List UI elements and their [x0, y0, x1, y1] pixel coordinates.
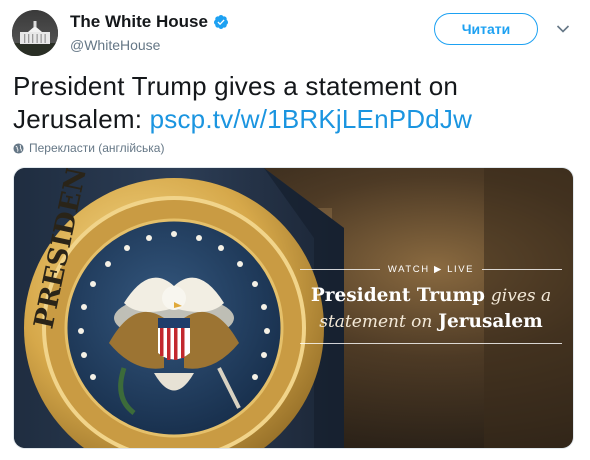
display-name[interactable]: The White House	[70, 12, 208, 32]
follow-button[interactable]: Читати	[434, 13, 538, 45]
tweet-media-card[interactable]: PRESIDENT WATCH ▶ LIVE President Trump g…	[13, 167, 574, 449]
globe-icon	[13, 142, 24, 154]
divider-line-right	[482, 269, 562, 270]
media-overlay: WATCH ▶ LIVE President Trump gives a sta…	[300, 264, 562, 344]
translate-link[interactable]: Перекласти (англійська)	[13, 141, 164, 155]
media-headline: President Trump gives a statement on Jer…	[300, 283, 562, 335]
watch-live-row: WATCH ▶ LIVE	[300, 264, 562, 275]
headline-part-1: President Trump	[310, 285, 485, 306]
verified-badge-icon	[213, 15, 228, 29]
headline-part-4: Jerusalem	[438, 311, 543, 332]
tweet-header: The White House @WhiteHouse	[70, 12, 229, 53]
live-text: LIVE	[447, 264, 475, 275]
divider-line-left	[300, 269, 380, 270]
white-house-avatar-icon	[12, 10, 58, 56]
play-icon: ▶	[433, 264, 443, 275]
tweet-text: President Trump gives a statement on Jer…	[13, 70, 573, 136]
account-handle[interactable]: @WhiteHouse	[70, 37, 229, 53]
chevron-down-icon[interactable]	[556, 24, 570, 34]
watch-label: WATCH ▶ LIVE	[388, 264, 474, 275]
tweet-card: The White House @WhiteHouse Читати Presi…	[0, 0, 590, 460]
name-row: The White House	[70, 12, 229, 32]
watch-text: WATCH	[387, 264, 430, 275]
headline-part-3: statement on	[319, 312, 433, 332]
avatar[interactable]	[12, 10, 58, 56]
translate-label: Перекласти (англійська)	[29, 141, 165, 155]
divider-line-bottom	[300, 343, 562, 344]
headline-part-2: gives a	[490, 286, 552, 306]
tweet-link[interactable]: pscp.tv/w/1BRKjLEnPDdJw	[150, 104, 473, 134]
